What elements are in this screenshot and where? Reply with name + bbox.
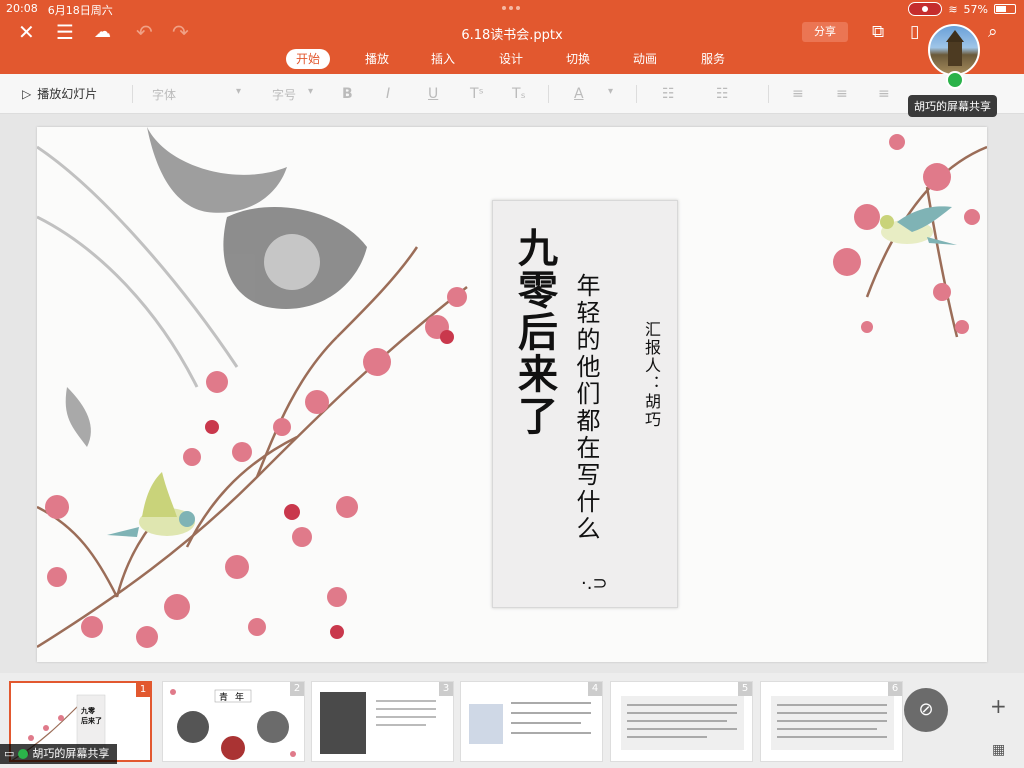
wps-presentation-app: 20:08 6月18日周六 ≋ 57% ✕ ☰ ☁ ↶ ↷ 6.18读书会.pp… [0,0,1024,768]
thumbnail-number: 5 [738,682,752,696]
formatting-toolbar: ▷ 播放幻灯片 字体 ▾ 字号 ▾ B I U Tˢ Tₛ A ▾ ☷ ☷ ≡ … [0,74,1024,114]
share-button[interactable]: 分享 [802,22,848,42]
bold-icon[interactable]: B [342,86,353,102]
title-card[interactable]: 九零后来了 年轻的他们都在写什么 汇报人：胡巧 ·.⊃ [492,200,678,608]
tab-animation[interactable]: 动画 [623,49,667,69]
slide-thumbnail-5[interactable]: 5 [610,681,753,762]
chevron-down-icon: ▾ [608,86,614,97]
mic-muted-icon[interactable]: ⊘ [904,688,948,732]
mic-icon [18,749,29,759]
play-icon: ▷ [22,86,32,101]
slide-subtitle[interactable]: 年轻的他们都在写什么 [569,273,604,543]
tab-service[interactable]: 服务 [691,49,735,69]
screen-share-tooltip: 胡巧的屏幕共享 [908,95,997,117]
slide-thumbnail-2[interactable]: 青 年 2 [162,681,305,762]
slide-main-title[interactable]: 九零后来了 [505,227,563,437]
tab-design[interactable]: 设计 [489,49,533,69]
italic-icon[interactable]: I [386,86,390,102]
search-icon[interactable]: ⌕ [988,20,998,44]
align-left-icon[interactable]: ≡ [792,86,804,102]
play-slideshow-label: 播放幻灯片 [37,87,98,101]
tab-insert[interactable]: 插入 [421,49,465,69]
tab-transition[interactable]: 切换 [556,49,600,69]
bullet-list-icon[interactable]: ☷ [662,86,675,102]
screen-share-name: 胡巧的屏幕共享 [32,747,110,760]
slide-reporter[interactable]: 汇报人：胡巧 [639,321,663,429]
book-icon[interactable]: ▯ [910,20,919,44]
thumbnail-text: 青 [219,693,229,703]
slide-thumbnail-strip: 九零 后来了 1 青 年 2 3 4 5 6 [0,673,1024,768]
battery-icon [994,4,1016,14]
mic-icon [946,71,964,89]
align-center-icon[interactable]: ≡ [836,86,848,102]
add-slide-icon[interactable]: + [990,694,1007,718]
multitasking-dots[interactable] [502,6,520,10]
underline-icon[interactable]: U [428,86,438,102]
align-right-icon[interactable]: ≡ [878,86,890,102]
slide-thumbnail-6[interactable]: 6 [760,681,903,762]
screen-share-icon: ▭ [4,747,15,760]
document-title: 6.18读书会.pptx [461,28,563,43]
wifi-icon: ≋ [948,2,958,16]
grid-view-icon[interactable]: ▦ [992,742,1005,758]
recording-indicator[interactable] [908,2,943,16]
slide-thumbnail-4[interactable]: 4 [460,681,603,762]
chevron-down-icon: ▾ [236,86,242,97]
pages-icon[interactable]: ⧉ [872,20,884,44]
slide-thumbnail-3[interactable]: 3 [311,681,454,762]
tab-play[interactable]: 播放 [355,49,399,69]
font-family-select[interactable]: 字体 [152,86,176,103]
status-time: 20:08 [6,2,38,15]
status-date: 6月18日周六 [47,4,113,17]
thumbnail-number: 2 [290,682,304,696]
subscript-icon[interactable]: Tₛ [512,86,526,102]
svg-text:后来了: 后来了 [81,716,102,725]
screen-share-label: ▭ 胡巧的屏幕共享 [0,744,118,764]
chevron-down-icon: ▾ [308,86,314,97]
thumbnail-number: 1 [136,683,150,697]
tab-start[interactable]: 开始 [286,49,331,69]
slide-canvas[interactable]: 九零后来了 年轻的他们都在写什么 汇报人：胡巧 ·.⊃ [37,127,987,662]
thumbnail-number: 3 [439,682,453,696]
play-slideshow-button[interactable]: ▷ 播放幻灯片 [22,85,97,102]
superscript-icon[interactable]: Tˢ [470,86,484,102]
screen-share-avatar[interactable] [928,24,980,76]
thumbnail-number: 6 [888,682,902,696]
font-size-select[interactable]: 字号 [272,86,296,103]
top-bar: 20:08 6月18日周六 ≋ 57% ✕ ☰ ☁ ↶ ↷ 6.18读书会.pp… [0,0,1024,74]
battery-percent: 57% [963,2,988,16]
numbered-list-icon[interactable]: ☷ [716,86,729,102]
decorative-glyph: ·.⊃ [581,573,608,594]
ribbon-tabs: 开始 播放 插入 设计 切换 动画 服务 [0,49,1024,71]
font-color-icon[interactable]: A [574,86,584,102]
status-bar-right: ≋ 57% [908,2,1016,16]
thumbnail-text: 年 [235,693,245,703]
svg-text:九零: 九零 [80,706,96,715]
status-bar-left: 20:08 6月18日周六 [6,2,113,18]
thumbnail-number: 4 [588,682,602,696]
